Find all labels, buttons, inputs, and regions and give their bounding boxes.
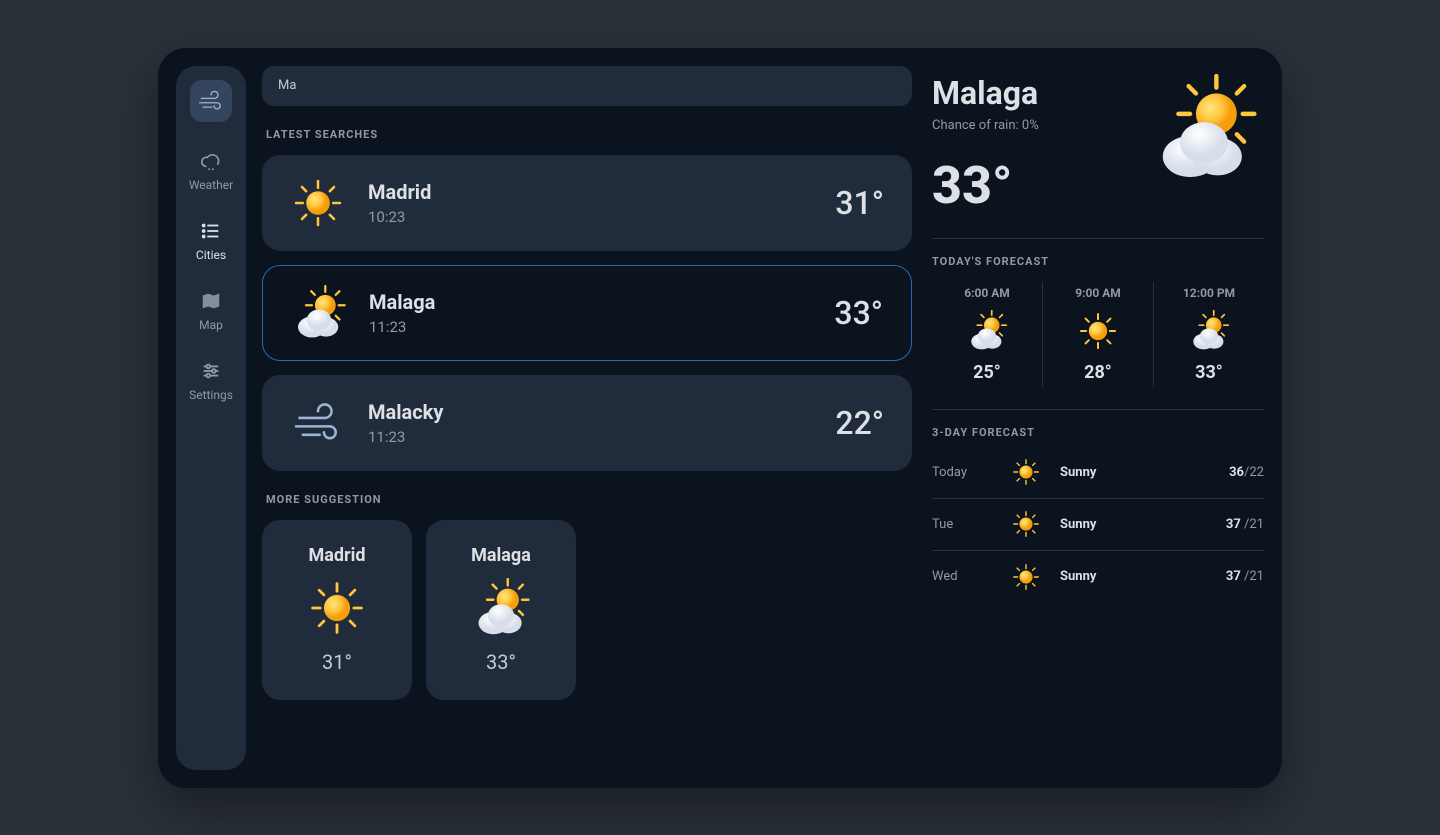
hour-time: 9:00 AM bbox=[1075, 286, 1121, 300]
sidebar-label-settings: Settings bbox=[189, 388, 233, 402]
daily-condition: Sunny bbox=[1060, 465, 1217, 480]
divider bbox=[932, 238, 1264, 239]
sidebar-label-cities: Cities bbox=[196, 248, 226, 262]
city-time: 11:23 bbox=[368, 428, 813, 446]
city-name: Madrid bbox=[368, 180, 813, 204]
divider bbox=[932, 409, 1264, 410]
app-logo bbox=[190, 80, 232, 122]
detail-city: Malaga bbox=[932, 74, 1132, 112]
list-icon bbox=[200, 220, 222, 242]
sidebar-label-weather: Weather bbox=[189, 178, 233, 192]
daily-day: Tue bbox=[932, 517, 992, 532]
hour-temp: 28° bbox=[1084, 362, 1112, 383]
hour-col: 9:00 AM 28° bbox=[1043, 282, 1154, 387]
city-time: 11:23 bbox=[369, 318, 812, 336]
sidebar: Weather Cities Map Settings bbox=[176, 66, 246, 770]
daily-temp: 36/22 bbox=[1229, 465, 1264, 480]
map-icon bbox=[200, 290, 222, 312]
hour-temp: 33° bbox=[1195, 362, 1223, 383]
city-temp: 22° bbox=[835, 404, 884, 442]
partly-cloudy-icon bbox=[471, 578, 531, 638]
suggestion-list: Madrid 31° Malaga 33° bbox=[262, 520, 912, 700]
sun-icon bbox=[1077, 310, 1119, 352]
hour-time: 6:00 AM bbox=[964, 286, 1010, 300]
search-input[interactable] bbox=[262, 66, 912, 106]
sidebar-item-weather[interactable]: Weather bbox=[189, 150, 233, 192]
app-window: Weather Cities Map Settings LATEST SEARC… bbox=[158, 48, 1282, 788]
city-temp: 31° bbox=[835, 184, 884, 222]
city-name: Malaga bbox=[369, 290, 812, 314]
suggestion-name: Malaga bbox=[471, 545, 531, 566]
suggestion-temp: 31° bbox=[322, 650, 352, 674]
daily-row: Today Sunny 36/22 bbox=[932, 447, 1264, 499]
sun-icon bbox=[307, 578, 367, 638]
wind-icon bbox=[290, 396, 346, 450]
daily-temp: 37 /21 bbox=[1226, 517, 1264, 532]
city-time: 10:23 bbox=[368, 208, 813, 226]
daily-day: Wed bbox=[932, 569, 992, 584]
hour-col: 6:00 AM 25° bbox=[932, 282, 1043, 387]
daily-condition: Sunny bbox=[1060, 517, 1214, 532]
city-name: Malacky bbox=[368, 400, 813, 424]
daily-forecast: Today Sunny 36/22 Tue Sunny 37 /21 Wed S… bbox=[932, 447, 1264, 603]
partly-cloudy-icon bbox=[1188, 310, 1230, 352]
daily-temp: 37 /21 bbox=[1226, 569, 1264, 584]
suggestion-name: Madrid bbox=[308, 545, 365, 566]
latest-searches-heading: LATEST SEARCHES bbox=[266, 128, 912, 141]
cloud-rain-icon bbox=[200, 150, 222, 172]
sun-icon bbox=[290, 176, 346, 230]
city-temp: 33° bbox=[834, 294, 883, 332]
sidebar-label-map: Map bbox=[199, 318, 223, 332]
daily-row: Wed Sunny 37 /21 bbox=[932, 551, 1264, 603]
suggestion-card-malaga[interactable]: Malaga 33° bbox=[426, 520, 576, 700]
hour-col: 12:00 PM 33° bbox=[1154, 282, 1264, 387]
sliders-icon bbox=[200, 360, 222, 382]
sun-icon bbox=[1004, 562, 1048, 592]
main-column: LATEST SEARCHES Madrid 10:23 31° Malaga … bbox=[262, 66, 912, 770]
sidebar-item-cities[interactable]: Cities bbox=[196, 220, 226, 262]
hour-temp: 25° bbox=[973, 362, 1001, 383]
wind-icon bbox=[197, 87, 225, 115]
suggestion-card-madrid[interactable]: Madrid 31° bbox=[262, 520, 412, 700]
daily-condition: Sunny bbox=[1060, 569, 1214, 584]
sun-icon bbox=[1004, 509, 1048, 539]
sidebar-item-map[interactable]: Map bbox=[199, 290, 223, 332]
detail-temp: 33° bbox=[932, 155, 1132, 216]
hourly-forecast: 6:00 AM 25° 9:00 AM 28° 12:00 PM 33° bbox=[932, 282, 1264, 387]
three-day-heading: 3-DAY FORECAST bbox=[932, 426, 1264, 439]
more-suggestion-heading: MORE SUGGESTION bbox=[266, 493, 912, 506]
partly-cloudy-icon bbox=[966, 310, 1008, 352]
sun-icon bbox=[1004, 457, 1048, 487]
partly-cloudy-icon bbox=[1144, 74, 1264, 184]
city-row-madrid[interactable]: Madrid 10:23 31° bbox=[262, 155, 912, 251]
city-row-malaga[interactable]: Malaga 11:23 33° bbox=[262, 265, 912, 361]
daily-row: Tue Sunny 37 /21 bbox=[932, 499, 1264, 551]
suggestion-temp: 33° bbox=[486, 650, 516, 674]
sidebar-item-settings[interactable]: Settings bbox=[189, 360, 233, 402]
detail-rain: Chance of rain: 0% bbox=[932, 118, 1132, 133]
hour-time: 12:00 PM bbox=[1183, 286, 1235, 300]
daily-day: Today bbox=[932, 465, 992, 480]
latest-searches-list: Madrid 10:23 31° Malaga 11:23 33° Malack… bbox=[262, 155, 912, 471]
todays-forecast-heading: TODAY'S FORECAST bbox=[932, 255, 1264, 268]
detail-panel: Malaga Chance of rain: 0% 33° TODAY'S FO… bbox=[928, 66, 1264, 770]
city-row-malacky[interactable]: Malacky 11:23 22° bbox=[262, 375, 912, 471]
partly-cloudy-icon bbox=[291, 284, 347, 342]
